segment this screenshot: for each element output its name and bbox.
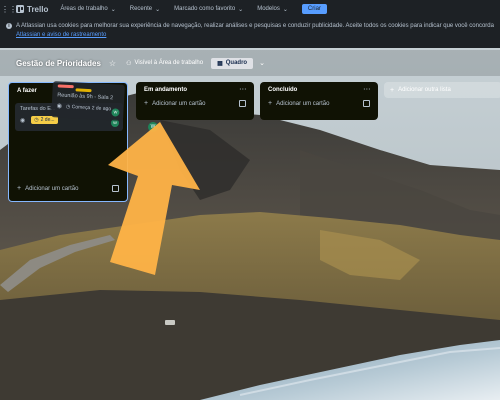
list-title[interactable]: Em andamento (144, 87, 187, 93)
chevron-down-icon: ⌄ (282, 6, 288, 13)
visibility-label: Visível à Área de trabalho (134, 60, 204, 66)
template-icon[interactable] (239, 100, 246, 107)
card-label-red (57, 84, 74, 89)
list-done: Concluído ··· + Adicionar um cartão (260, 82, 378, 120)
add-list-label: Adicionar outra lista (398, 87, 451, 93)
menu-templates-label: Modelos (257, 6, 280, 12)
board-title[interactable]: Gestão de Prioridades (16, 59, 101, 68)
card-label-yellow (75, 88, 92, 93)
list-title[interactable]: A fazer (17, 88, 37, 94)
board-view-button[interactable]: ▦ Quadro (211, 57, 254, 69)
board-header: Gestão de Prioridades ☆ ⚇ Visível à Área… (0, 50, 500, 76)
create-button[interactable]: Criar (301, 4, 327, 14)
top-nav: ⋮⋮ Trello Áreas de trabalho ⌄ Recente ⌄ Ma… (0, 0, 500, 18)
add-card-button[interactable]: + Adicionar um cartão (9, 182, 127, 195)
eye-icon: ◉ (20, 117, 26, 124)
add-card-button[interactable]: + Adicionar um cartão (136, 97, 254, 110)
due-date-text: 2 de... (40, 117, 55, 123)
eye-icon: ◉ (56, 103, 63, 110)
start-date-text: Começa 2 de ago (71, 103, 112, 112)
list-header: Em andamento ··· (136, 82, 254, 97)
menu-workspaces-label: Áreas de trabalho (60, 6, 108, 12)
menu-templates[interactable]: Modelos ⌄ (257, 6, 288, 13)
info-icon: i (6, 23, 12, 29)
clock-icon: ◷ (34, 117, 39, 123)
menu-starred-label: Marcado como favorito (174, 6, 236, 12)
chevron-down-icon[interactable]: ⌄ (259, 59, 265, 67)
more-icon[interactable]: ··· (364, 87, 372, 93)
menu-starred[interactable]: Marcado como favorito ⌄ (174, 6, 243, 13)
app-name: Trello (27, 4, 49, 14)
board-view-label: Quadro (225, 60, 248, 66)
list-doing: Em andamento ··· + Adicionar um cartão (136, 82, 254, 120)
chevron-down-icon: ⌄ (238, 6, 244, 13)
trello-mark-icon (16, 5, 24, 13)
people-icon: ⚇ (126, 60, 132, 67)
add-list-button[interactable]: + Adicionar outra lista (384, 82, 500, 98)
card-title: Reunião às 9h - Sala 2 (57, 92, 114, 102)
list-title[interactable]: Concluído (268, 87, 297, 93)
trello-logo[interactable]: Trello (16, 5, 48, 14)
plus-icon: + (144, 100, 149, 107)
board-icon: ▦ (217, 60, 223, 67)
menu-recent-label: Recente (129, 6, 153, 12)
add-card-label: Adicionar um cartão (25, 186, 79, 192)
chevron-down-icon: ⌄ (155, 6, 161, 13)
plus-icon: + (268, 100, 273, 107)
avatar[interactable]: W (111, 108, 120, 117)
cookie-notice-link[interactable]: Atlassian e aviso de rastreamento (16, 31, 494, 40)
cookie-banner: i A Atlassian usa cookies para melhorar … (0, 18, 500, 48)
menu-recent[interactable]: Recente ⌄ (130, 6, 160, 13)
cookie-banner-text: A Atlassian usa cookies para melhorar su… (16, 23, 494, 29)
star-icon[interactable]: ☆ (109, 59, 116, 68)
chevron-down-icon: ⌄ (110, 6, 116, 13)
plus-icon: + (17, 185, 22, 192)
plus-icon: + (390, 86, 395, 94)
avatar[interactable]: W (148, 122, 158, 132)
add-card-label: Adicionar um cartão (276, 101, 330, 107)
visibility-button[interactable]: ⚇ Visível à Área de trabalho (126, 60, 203, 67)
add-card-label: Adicionar um cartão (152, 101, 206, 107)
template-icon[interactable] (363, 100, 370, 107)
dragged-card[interactable]: Reunião às 9h - Sala 2 ◉ ◷ Começa 2 de a… (51, 81, 125, 121)
start-date-badge: ◷ Começa 2 de ago (66, 103, 112, 111)
add-card-button[interactable]: + Adicionar um cartão (260, 97, 378, 110)
more-icon[interactable]: ··· (240, 87, 248, 93)
list-header: Concluído ··· (260, 82, 378, 97)
menu-workspaces[interactable]: Áreas de trabalho ⌄ (60, 6, 115, 13)
template-icon[interactable] (112, 185, 119, 192)
app-switcher-icon[interactable]: ⋮⋮ (1, 4, 17, 14)
